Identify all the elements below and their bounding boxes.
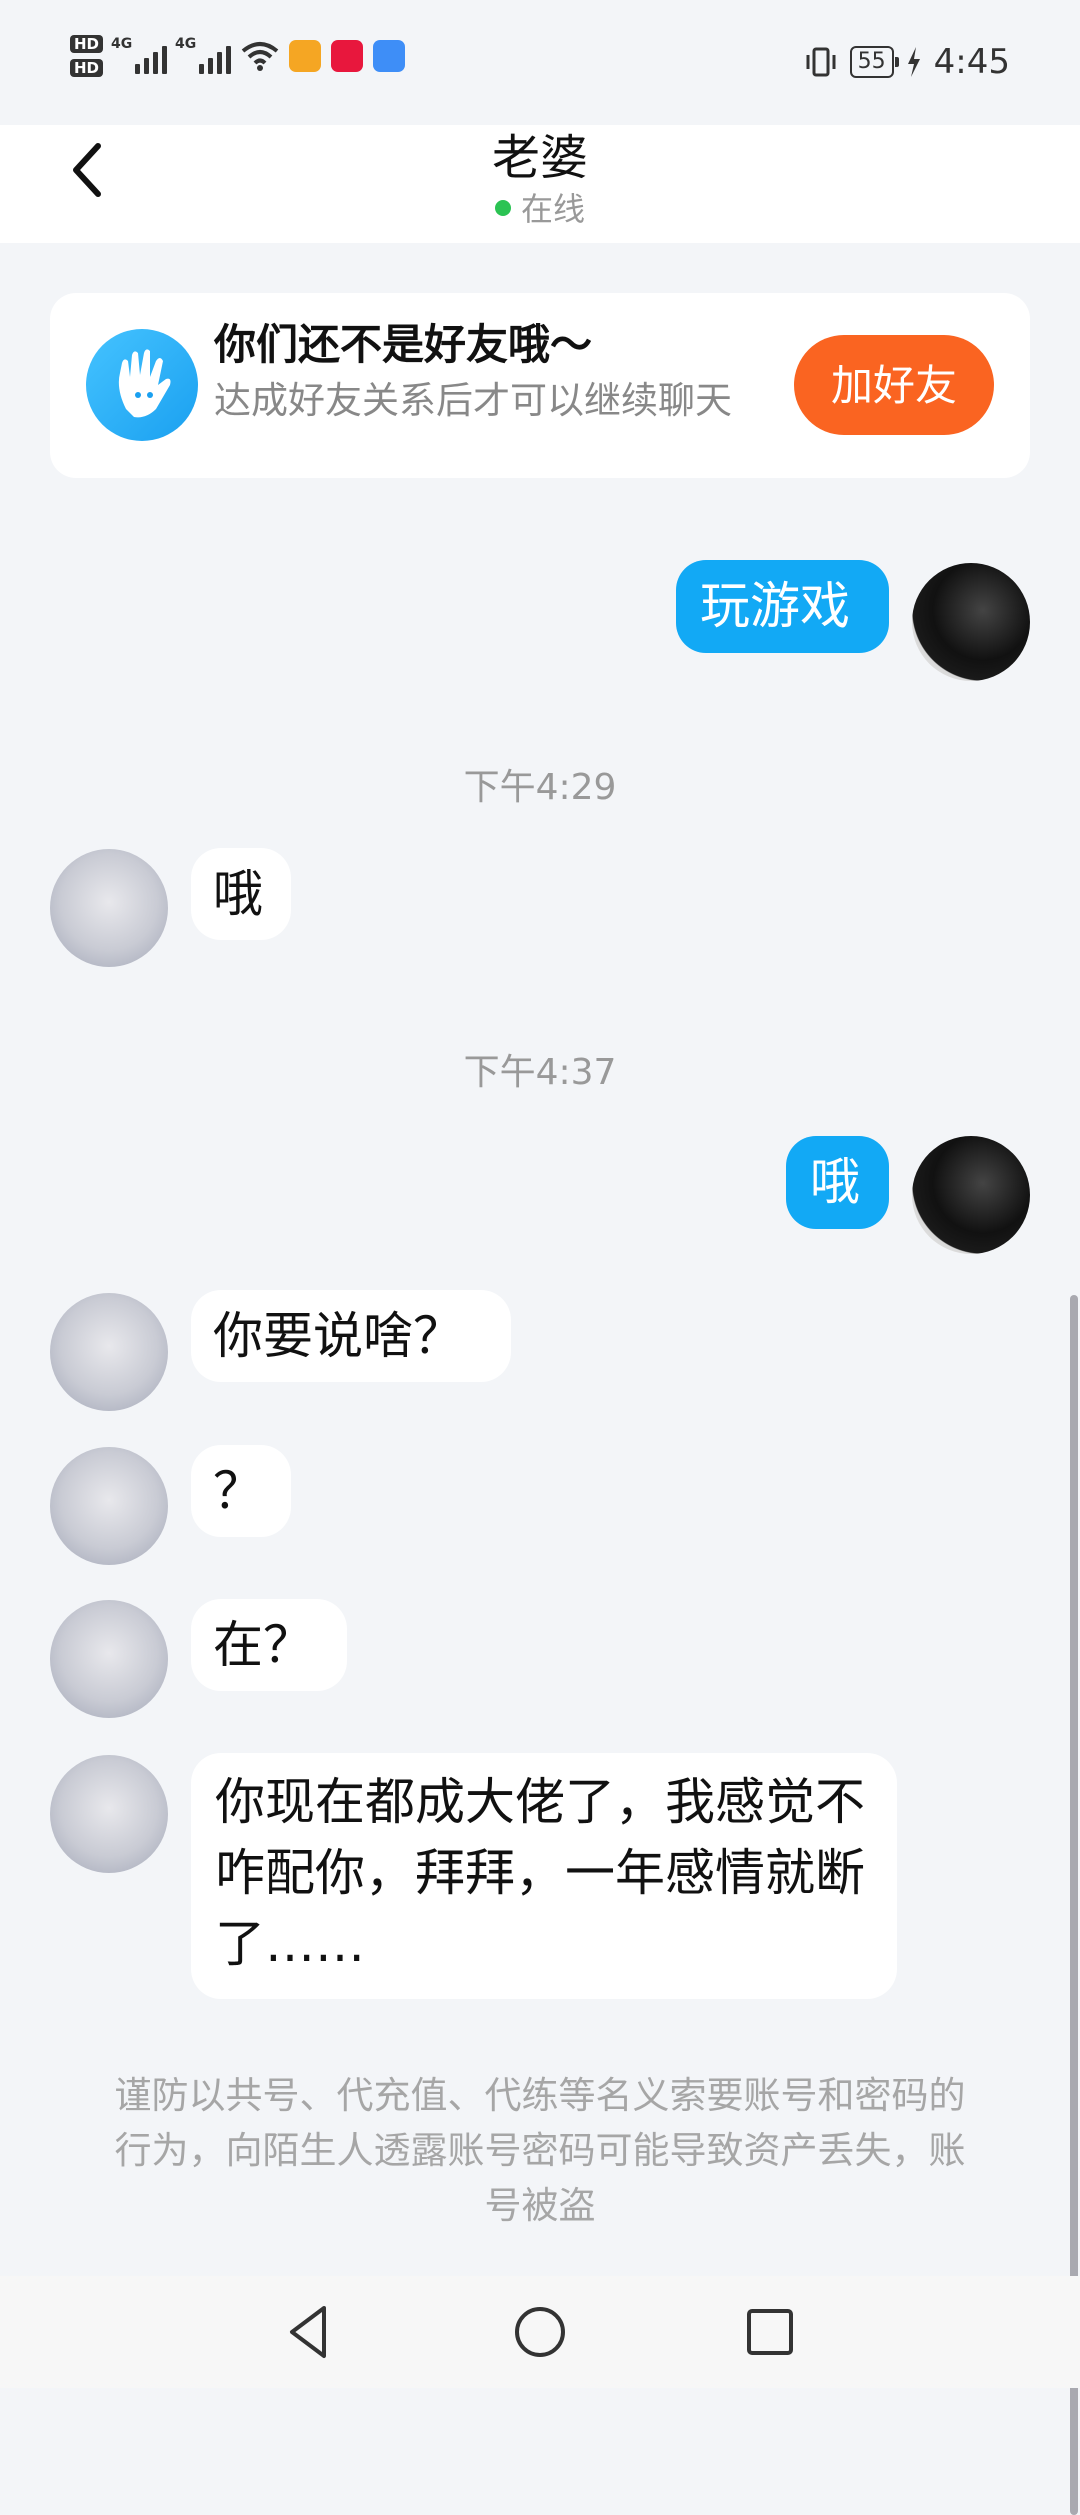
online-status: 在线: [0, 184, 1080, 230]
nav-recents-button[interactable]: [740, 2302, 800, 2362]
square-recents-icon: [747, 2309, 793, 2355]
online-dot: [494, 200, 511, 216]
contact-avatar[interactable]: [50, 1447, 168, 1565]
message-bubble-received[interactable]: 哦: [191, 848, 291, 940]
hand-icon: [86, 329, 198, 441]
system-navigation-bar: [0, 2276, 1080, 2388]
message-bubble-received[interactable]: 你要说啥？: [191, 1290, 511, 1382]
contact-name: 老婆: [491, 130, 588, 186]
my-avatar[interactable]: [912, 1136, 1030, 1254]
chat-content[interactable]: 你们还不是好友哦～ 达成好友关系后才可以继续聊天 加好友 玩游戏 下午4:29 …: [0, 243, 1080, 2515]
contact-avatar[interactable]: [50, 849, 168, 967]
message-bubble-received[interactable]: 你现在都成大佬了，我感觉不咋配你，拜拜，一年感情就断了……: [191, 1753, 897, 1999]
card-title: 你们还不是好友哦～: [214, 320, 593, 369]
contact-avatar[interactable]: [50, 1600, 168, 1718]
contact-avatar[interactable]: [50, 1755, 168, 1873]
message-bubble-sent[interactable]: 玩游戏: [676, 560, 889, 653]
circle-home-icon: [515, 2307, 565, 2357]
message-timestamp: 下午4:29: [463, 767, 617, 808]
nav-home-button[interactable]: [510, 2302, 570, 2362]
contact-avatar[interactable]: [50, 1293, 168, 1411]
message-bubble-received[interactable]: ？: [191, 1445, 291, 1537]
message-timestamp: 下午4:37: [463, 1052, 617, 1093]
nav-back-button[interactable]: [280, 2302, 340, 2362]
security-notice: 谨防以共号、代充值、代练等名义索要账号和密码的行为，向陌生人透露账号密码可能导致…: [114, 2074, 966, 2227]
chat-header: 老婆 在线: [0, 0, 1080, 243]
add-friend-button[interactable]: 加好友: [794, 335, 994, 435]
header-inner: 老婆 在线: [0, 118, 1080, 243]
message-bubble-sent[interactable]: 哦: [786, 1136, 889, 1229]
online-status-label: 在线: [520, 190, 585, 228]
my-avatar[interactable]: [912, 563, 1030, 681]
message-bubble-received[interactable]: 在？: [191, 1599, 347, 1691]
card-subtitle: 达成好友关系后才可以继续聊天: [214, 379, 732, 422]
triangle-back-icon: [290, 2306, 326, 2358]
friend-request-card: 你们还不是好友哦～ 达成好友关系后才可以继续聊天 加好友: [50, 293, 1030, 478]
